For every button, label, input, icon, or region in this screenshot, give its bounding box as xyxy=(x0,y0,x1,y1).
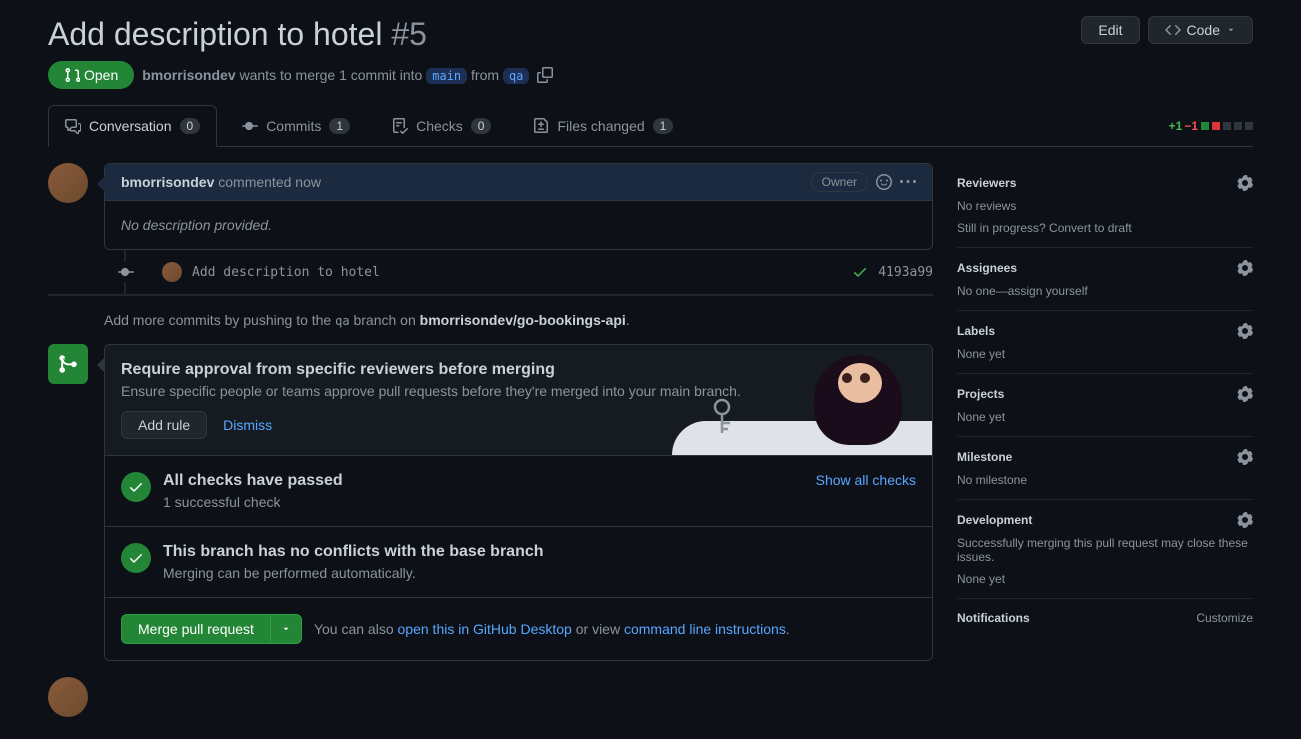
tab-checks[interactable]: Checks 0 xyxy=(375,105,508,146)
labels-body: None yet xyxy=(957,347,1253,361)
comment-time: commented now xyxy=(218,174,321,190)
dismiss-link[interactable]: Dismiss xyxy=(223,417,272,433)
projects-body: None yet xyxy=(957,410,1253,424)
commit-row[interactable]: Add description to hotel 4193a99 xyxy=(162,262,933,282)
gear-icon[interactable] xyxy=(1237,175,1253,191)
checks-desc: 1 successful check xyxy=(163,494,804,510)
code-icon xyxy=(1165,22,1181,38)
commit-author-avatar xyxy=(162,262,182,282)
assignees-title: Assignees xyxy=(957,261,1017,275)
checks-count: 0 xyxy=(471,118,492,134)
diffstat: +1 −1 xyxy=(1169,119,1253,133)
pr-title-text: Add description to hotel xyxy=(48,16,382,52)
comment-box: bmorrisondev commented now Owner No desc… xyxy=(104,163,933,250)
gear-icon[interactable] xyxy=(1237,512,1253,528)
file-diff-icon xyxy=(533,118,549,134)
notifications-title: Notifications xyxy=(957,611,1030,625)
pr-number: #5 xyxy=(391,16,427,52)
push-hint: Add more commits by pushing to the qa br… xyxy=(104,312,933,328)
development-desc: Successfully merging this pull request m… xyxy=(957,536,1253,564)
copy-icon[interactable] xyxy=(537,67,553,83)
edit-button[interactable]: Edit xyxy=(1081,16,1139,44)
merge-pull-request-button[interactable]: Merge pull request xyxy=(121,614,270,644)
conflict-title: This branch has no conflicts with the ba… xyxy=(163,543,916,561)
reviewers-title: Reviewers xyxy=(957,176,1016,190)
comment-body: No description provided. xyxy=(105,201,932,249)
commits-count: 1 xyxy=(329,118,350,134)
milestone-title: Milestone xyxy=(957,450,1012,464)
gear-icon[interactable] xyxy=(1237,386,1253,402)
caret-down-icon xyxy=(281,624,291,634)
files-count: 1 xyxy=(653,118,674,134)
check-icon xyxy=(852,264,868,280)
open-desktop-link[interactable]: open this in GitHub Desktop xyxy=(398,621,572,637)
development-title: Development xyxy=(957,513,1032,527)
cli-instructions-link[interactable]: command line instructions xyxy=(624,621,786,637)
conversation-count: 0 xyxy=(180,118,201,134)
git-commit-icon xyxy=(242,118,258,134)
merge-dropdown-button[interactable] xyxy=(270,614,302,644)
comment-discussion-icon xyxy=(65,118,81,134)
checklist-icon xyxy=(392,118,408,134)
tab-commits[interactable]: Commits 1 xyxy=(225,105,367,146)
owner-badge: Owner xyxy=(811,172,868,192)
add-rule-button[interactable]: Add rule xyxy=(121,411,207,439)
show-all-checks[interactable]: Show all checks xyxy=(816,472,916,488)
smiley-icon[interactable] xyxy=(876,174,892,190)
commit-sha[interactable]: 4193a99 xyxy=(878,265,933,280)
tab-conversation[interactable]: Conversation 0 xyxy=(48,105,217,147)
base-branch[interactable]: main xyxy=(426,68,467,84)
checks-title: All checks have passed xyxy=(163,472,804,490)
current-user-avatar[interactable] xyxy=(48,677,88,717)
gear-icon[interactable] xyxy=(1237,260,1253,276)
head-branch[interactable]: qa xyxy=(503,68,529,84)
git-commit-icon xyxy=(118,264,134,280)
milestone-body: No milestone xyxy=(957,473,1253,487)
pr-title: Add description to hotel #5 xyxy=(48,16,427,53)
reviewers-body: No reviews xyxy=(957,199,1253,213)
conflict-status-icon xyxy=(121,543,151,573)
merge-summary: bmorrisondev wants to merge 1 commit int… xyxy=(142,67,529,83)
assignees-body[interactable]: No one—assign yourself xyxy=(957,284,1253,298)
development-body: None yet xyxy=(957,572,1253,586)
state-badge: Open xyxy=(48,61,134,89)
checks-status-icon xyxy=(121,472,151,502)
customize-link[interactable]: Customize xyxy=(1196,611,1253,625)
commit-message[interactable]: Add description to hotel xyxy=(192,265,380,280)
projects-title: Projects xyxy=(957,387,1004,401)
tab-files-changed[interactable]: Files changed 1 xyxy=(516,105,690,146)
gear-icon[interactable] xyxy=(1237,323,1253,339)
code-button[interactable]: Code xyxy=(1148,16,1253,44)
comment-author[interactable]: bmorrisondev xyxy=(121,174,214,190)
pr-author[interactable]: bmorrisondev xyxy=(142,67,235,83)
merge-hint: You can also open this in GitHub Desktop… xyxy=(314,621,790,637)
gear-icon[interactable] xyxy=(1237,449,1253,465)
kebab-icon[interactable] xyxy=(900,174,916,190)
author-avatar[interactable] xyxy=(48,163,88,203)
git-merge-icon xyxy=(58,354,78,374)
merge-icon xyxy=(48,344,88,384)
conflict-desc: Merging can be performed automatically. xyxy=(163,565,916,581)
git-pull-request-icon xyxy=(64,67,80,83)
labels-title: Labels xyxy=(957,324,995,338)
caret-down-icon xyxy=(1226,25,1236,35)
convert-draft-link[interactable]: Still in progress? Convert to draft xyxy=(957,221,1253,235)
rule-panel-desc: Ensure specific people or teams approve … xyxy=(121,383,741,399)
rule-panel-title: Require approval from specific reviewers… xyxy=(121,361,741,379)
